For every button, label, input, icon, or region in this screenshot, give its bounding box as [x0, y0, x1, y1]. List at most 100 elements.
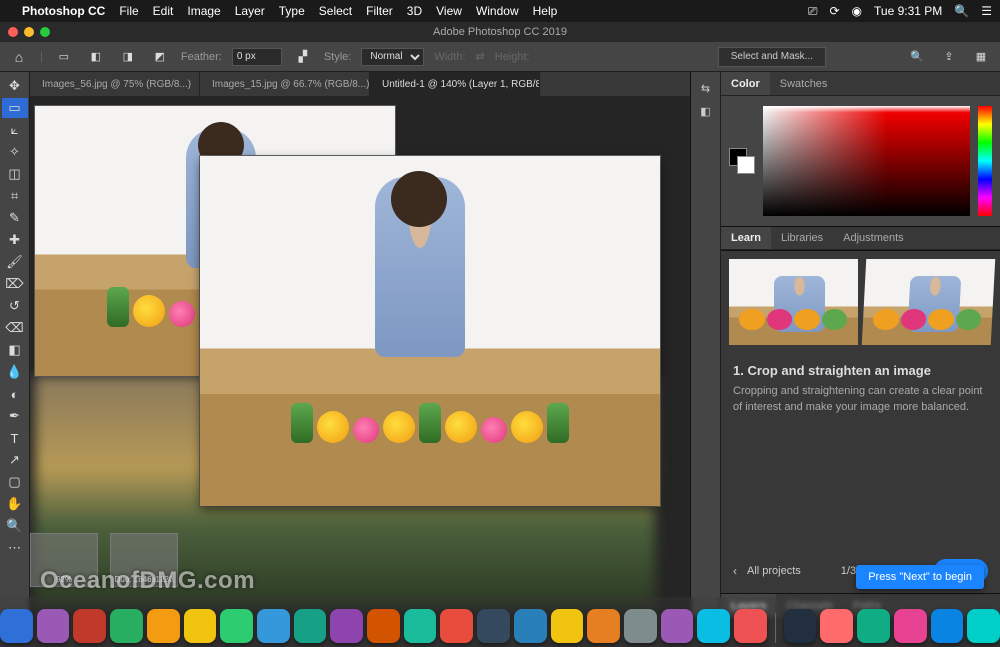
type-tool-icon[interactable]: T	[2, 428, 28, 448]
dock-app-icon[interactable]	[0, 609, 33, 643]
doc-tab-0[interactable]: Images_56.jpg @ 75% (RGB/8...)×	[30, 72, 200, 96]
menu-icon[interactable]: ☰	[981, 4, 992, 18]
gradient-tool-icon[interactable]: ◧	[2, 340, 28, 360]
menu-3d[interactable]: 3D	[407, 4, 422, 18]
status-icon[interactable]: ⟳	[829, 4, 839, 18]
menu-window[interactable]: Window	[476, 4, 519, 18]
dock-app-icon[interactable]	[734, 609, 767, 643]
frame-tool-icon[interactable]: ⌗	[2, 186, 28, 206]
dock-app-icon[interactable]	[894, 609, 927, 643]
dock-app-icon[interactable]	[857, 609, 890, 643]
menu-layer[interactable]: Layer	[235, 4, 265, 18]
dock-app-icon[interactable]	[551, 609, 584, 643]
antialias-icon[interactable]: ▞	[292, 46, 314, 68]
stamp-tool-icon[interactable]: ⌦	[2, 274, 28, 294]
dock-app-icon[interactable]	[294, 609, 327, 643]
dock-app-icon[interactable]	[330, 609, 363, 643]
dodge-tool-icon[interactable]: ◐	[2, 384, 28, 404]
dock-app-icon[interactable]	[404, 609, 437, 643]
search-icon[interactable]: 🔍	[954, 4, 969, 18]
doc-tab-2[interactable]: Untitled-1 @ 140% (Layer 1, RGB/8*) *×	[370, 72, 540, 96]
hue-slider[interactable]	[978, 106, 992, 216]
search-panel-icon[interactable]: 🔍	[906, 46, 928, 68]
dock-app-icon[interactable]	[147, 609, 180, 643]
dock-app-icon[interactable]	[37, 609, 70, 643]
minimize-icon[interactable]	[24, 27, 34, 37]
home-icon[interactable]: ⌂	[8, 46, 30, 68]
hand-tool-icon[interactable]: ✋	[2, 494, 28, 514]
dock-app-icon[interactable]	[661, 609, 694, 643]
style-select[interactable]: Normal	[361, 48, 424, 66]
eyedropper-tool-icon[interactable]: ✎	[2, 208, 28, 228]
selection-subtract-icon[interactable]: ◩	[149, 46, 171, 68]
traffic-lights[interactable]	[8, 27, 50, 37]
chevron-left-icon[interactable]: ‹	[733, 564, 737, 578]
menu-select[interactable]: Select	[319, 4, 352, 18]
shape-tool-icon[interactable]: ▢	[2, 472, 28, 492]
eraser-tool-icon[interactable]: ⌫	[2, 318, 28, 338]
tab-libraries[interactable]: Libraries	[771, 227, 833, 249]
dock-app-icon[interactable]	[440, 609, 473, 643]
menu-type[interactable]: Type	[279, 4, 305, 18]
history-brush-tool-icon[interactable]: ↺	[2, 296, 28, 316]
menu-filter[interactable]: Filter	[366, 4, 393, 18]
selection-new-icon[interactable]: ◧	[85, 46, 107, 68]
close-icon[interactable]	[8, 27, 18, 37]
tab-color[interactable]: Color	[721, 72, 770, 95]
lasso-tool-icon[interactable]: ⟀	[2, 120, 28, 140]
share-icon[interactable]: ⇪	[938, 46, 960, 68]
zoom-icon[interactable]	[40, 27, 50, 37]
fg-bg-swatch[interactable]	[729, 148, 755, 174]
dock-app-icon[interactable]	[184, 609, 217, 643]
brush-tool-icon[interactable]: 🖌	[2, 252, 28, 272]
dock-app-icon[interactable]	[697, 609, 730, 643]
dock-app-icon[interactable]	[624, 609, 657, 643]
dock-app-icon[interactable]	[220, 609, 253, 643]
pen-tool-icon[interactable]: ✒	[2, 406, 28, 426]
all-projects-link[interactable]: All projects	[747, 565, 801, 577]
dock-app-icon[interactable]	[367, 609, 400, 643]
dock-app-icon[interactable]	[967, 609, 1000, 643]
select-and-mask-button[interactable]: Select and Mask...	[718, 47, 826, 67]
wand-tool-icon[interactable]: ✧	[2, 142, 28, 162]
menu-edit[interactable]: Edit	[153, 4, 174, 18]
move-tool-icon[interactable]: ✥	[2, 76, 28, 96]
heal-tool-icon[interactable]: ✚	[2, 230, 28, 250]
lesson-title: 1. Crop and straighten an image	[733, 363, 988, 378]
marquee-tool-icon[interactable]: ▭	[2, 98, 28, 118]
image-layer-front[interactable]	[200, 156, 660, 506]
dock-app-icon[interactable]	[257, 609, 290, 643]
color-picker[interactable]	[763, 106, 970, 216]
marquee-tool-icon[interactable]: ▭	[53, 46, 75, 68]
tab-swatches[interactable]: Swatches	[770, 72, 838, 95]
blur-tool-icon[interactable]: 💧	[2, 362, 28, 382]
selection-add-icon[interactable]: ◨	[117, 46, 139, 68]
panel-icon[interactable]: ◧	[700, 105, 710, 118]
dock-app-icon[interactable]	[784, 609, 817, 643]
menu-image[interactable]: Image	[187, 4, 220, 18]
zoom-tool-icon[interactable]: 🔍	[2, 516, 28, 536]
dock-app-icon[interactable]	[110, 609, 143, 643]
dock-app-icon[interactable]	[587, 609, 620, 643]
clock[interactable]: Tue 9:31 PM	[874, 4, 942, 18]
eye-icon[interactable]: ◉	[852, 4, 862, 18]
tab-learn[interactable]: Learn	[721, 227, 771, 249]
doc-tab-1[interactable]: Images_15.jpg @ 66.7% (RGB/8...)×	[200, 72, 370, 96]
dock-app-icon[interactable]	[514, 609, 547, 643]
feather-input[interactable]	[232, 48, 282, 66]
dock-app-icon[interactable]	[477, 609, 510, 643]
menu-file[interactable]: File	[119, 4, 138, 18]
panel-collapse-icon[interactable]: ⇆	[701, 82, 710, 95]
menu-help[interactable]: Help	[533, 4, 558, 18]
app-name[interactable]: Photoshop CC	[22, 4, 105, 18]
dock-app-icon[interactable]	[820, 609, 853, 643]
dock-app-icon[interactable]	[931, 609, 964, 643]
crop-tool-icon[interactable]: ◫	[2, 164, 28, 184]
menu-view[interactable]: View	[436, 4, 462, 18]
workspace-icon[interactable]: ▦	[970, 46, 992, 68]
path-tool-icon[interactable]: ↗	[2, 450, 28, 470]
more-tools-icon[interactable]: ⋯	[2, 538, 28, 558]
screen-share-icon[interactable]: ⎚	[808, 4, 818, 19]
dock-app-icon[interactable]	[73, 609, 106, 643]
tab-adjustments[interactable]: Adjustments	[833, 227, 914, 249]
